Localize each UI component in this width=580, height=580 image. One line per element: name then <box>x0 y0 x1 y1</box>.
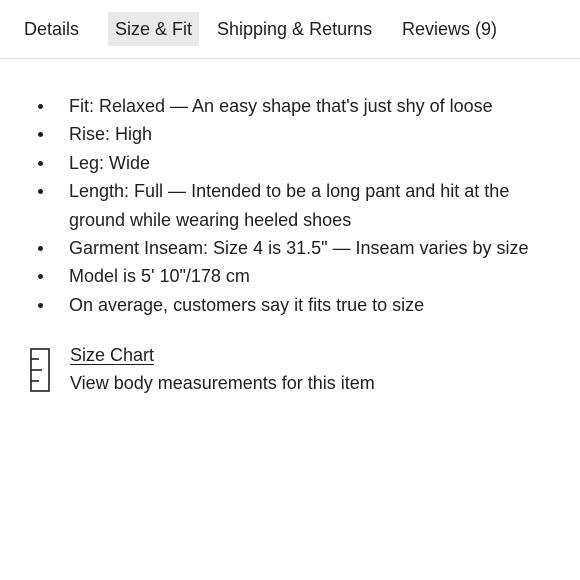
fit-detail-text: Fit: Relaxed — An easy shape that's just… <box>69 96 493 116</box>
fit-detail-text: Rise: High <box>69 124 153 145</box>
bullet-icon <box>38 246 43 252</box>
tab-size-fit[interactable]: Size & Fit <box>108 12 200 46</box>
list-item: Rise: High <box>0 120 580 148</box>
product-size-fit-panel: Details Size & Fit Shipping & Returns Re… <box>0 0 580 580</box>
list-item: Fit: Relaxed — An easy shape that's just… <box>0 92 580 120</box>
product-info-tabs: Details Size & Fit Shipping & Returns Re… <box>0 0 580 59</box>
bullet-icon <box>38 104 43 109</box>
tab-reviews[interactable]: Reviews (9) <box>402 12 497 46</box>
ruler-icon <box>30 348 50 392</box>
tab-details[interactable]: Details <box>24 12 79 46</box>
bullet-icon <box>38 160 43 166</box>
bullet-icon <box>38 302 43 308</box>
fit-detail-text: Model is 5' 10"/178 cm <box>69 266 250 287</box>
fit-detail-text: Length: Full — Intended to be a long pan… <box>69 181 510 230</box>
size-chart-link[interactable]: Size Chart <box>70 343 154 367</box>
list-item: On average, customers say it fits true t… <box>0 291 580 319</box>
fit-detail-text: Leg: Wide <box>69 152 151 173</box>
list-item: Garment Inseam: Size 4 is 31.5" — Inseam… <box>0 234 580 262</box>
list-item: Leg: Wide <box>0 149 580 177</box>
list-item: Length: Full — Intended to be a long pan… <box>0 177 580 234</box>
tab-shipping-returns[interactable]: Shipping & Returns <box>217 12 372 46</box>
size-chart-block: Size Chart View body measurements for th… <box>30 343 550 403</box>
list-item: Model is 5' 10"/178 cm <box>0 262 580 290</box>
size-chart-description: View body measurements for this item <box>70 373 375 393</box>
fit-detail-text: Garment Inseam: Size 4 is 31.5" — Inseam… <box>69 238 529 259</box>
fit-detail-text: On average, customers say it fits true t… <box>69 294 425 315</box>
bullet-icon <box>38 189 43 195</box>
bullet-icon <box>38 274 43 280</box>
fit-details-list: Fit: Relaxed — An easy shape that's just… <box>0 92 580 319</box>
bullet-icon <box>38 132 43 138</box>
